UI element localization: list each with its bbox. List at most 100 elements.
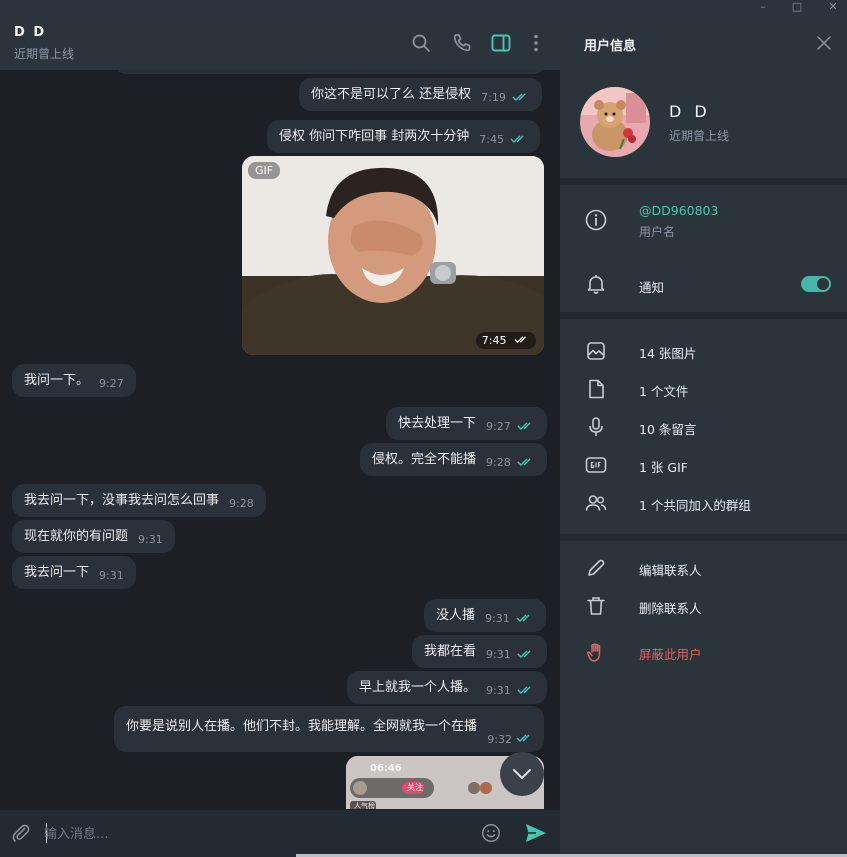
message-text: 你要是说别人在播。他们不封。我能理解。全网就我一个在播 [126, 719, 478, 734]
search-icon[interactable] [409, 31, 433, 55]
send-icon[interactable] [523, 821, 549, 845]
message-bubble[interactable]: 我问一下。 9:27 [12, 364, 136, 397]
message-time: 9:27 [486, 420, 511, 433]
read-ticks-icon [517, 422, 531, 430]
maximize-icon[interactable]: □ [782, 0, 812, 16]
media-row-label: 1 个共同加入的群组 [639, 498, 751, 513]
message-text: 我都在看 [424, 644, 477, 659]
message-bubble[interactable]: 我去问一下，没事我去问怎么回事 9:28 [12, 484, 266, 517]
read-ticks-icon [516, 734, 530, 742]
message-text: 早上就我一个人播。 [359, 680, 477, 695]
message-text: 没人播 [436, 608, 476, 623]
profile-status: 近期曾上线 [669, 129, 730, 143]
section-divider [560, 534, 847, 541]
media-row-label: 10 条留言 [639, 422, 697, 437]
message-bubble[interactable]: 我都在看 9:31 [412, 635, 547, 668]
chat-status: 近期曾上线 [14, 47, 75, 61]
edit-contact-label: 编辑联系人 [639, 563, 702, 578]
hand-stop-icon [586, 643, 601, 662]
read-ticks-icon [512, 93, 526, 101]
gif-icon [585, 457, 607, 473]
close-icon[interactable] [816, 35, 832, 51]
media-row-label: 1 张 GIF [639, 460, 688, 475]
minimize-icon[interactable]: – [748, 0, 778, 16]
message-bubble[interactable]: 没人播 9:31 [424, 599, 546, 632]
message-text: 我去问一下，没事我去问怎么回事 [24, 493, 220, 508]
message-time: 7:19 [481, 91, 506, 104]
message-bubble[interactable]: 早上就我一个人播。 9:31 [347, 671, 547, 704]
username-label: 用户名 [639, 225, 676, 239]
photo-icon [587, 342, 605, 360]
chevron-down-icon [513, 769, 531, 779]
gif-image [242, 156, 544, 355]
follow-tag: 关注 [407, 783, 423, 792]
message-bubble[interactable]: 你要是说别人在播。他们不封。我能理解。全网就我一个在播 9:32 [114, 706, 544, 752]
message-bubble[interactable]: 快去处理一下 9:27 [386, 407, 547, 440]
message-text: 快去处理一下 [398, 416, 477, 431]
info-icon [585, 209, 607, 231]
notifications-label: 通知 [639, 280, 665, 295]
message-composer [0, 809, 560, 857]
section-divider [560, 312, 847, 319]
file-icon [589, 379, 604, 399]
teddy-bear-avatar-image [580, 87, 650, 157]
message-bubble[interactable]: 侵权。完全不能播 9:28 [360, 443, 547, 476]
delete-contact-label: 删除联系人 [639, 601, 702, 616]
message-time: 9:31 [485, 612, 510, 625]
scroll-to-bottom-button[interactable] [500, 752, 544, 796]
notifications-toggle[interactable] [801, 276, 831, 292]
media-row-label: 1 个文件 [639, 384, 689, 399]
read-ticks-icon [517, 650, 531, 658]
phone-time: 06:46 [370, 763, 402, 774]
message-bubble[interactable]: 现在就你的有问题 9:31 [12, 520, 175, 553]
message-bubble[interactable]: 你这不是可以了么 还是侵权 7:19 [299, 78, 542, 111]
message-text: 现在就你的有问题 [24, 529, 129, 544]
message-time: 9:27 [99, 377, 124, 390]
message-time: 9:31 [138, 533, 163, 546]
message-text: 我问一下。 [24, 373, 90, 388]
panel-title: 用户信息 [584, 39, 637, 54]
message-time: 9:28 [229, 497, 254, 510]
message-time: 9:31 [486, 648, 511, 661]
sidebar-toggle-icon[interactable] [489, 31, 513, 55]
user-info-panel: 用户信息 D D 近期曾上线 @DD960803 用户名 通知 14 张图片 1… [560, 16, 847, 857]
message-text: 侵权。完全不能播 [372, 452, 477, 467]
message-time: 9:28 [486, 456, 511, 469]
read-ticks-icon [514, 336, 526, 344]
chat-header[interactable]: D D 近期曾上线 [0, 16, 560, 70]
message-input[interactable] [44, 824, 464, 844]
message-time: 9:31 [99, 569, 124, 582]
group-icon [585, 495, 607, 511]
read-ticks-icon [517, 686, 531, 694]
message-time: 9:31 [486, 684, 511, 697]
username-value[interactable]: @DD960803 [639, 203, 718, 218]
message-bubble[interactable]: 我去问一下 9:31 [12, 556, 136, 589]
message-time: 7:45 [481, 334, 507, 347]
message-time: 7:45 [479, 133, 504, 146]
close-window-icon[interactable]: ✕ [818, 0, 847, 16]
emoji-icon[interactable] [480, 822, 502, 844]
window-titlebar: – □ ✕ [0, 0, 847, 16]
more-options-icon[interactable] [524, 31, 548, 55]
toggle-knob [817, 278, 829, 290]
message-bubble[interactable]: 侵权 你问下咋回事 封两次十分钟 7:45 [267, 120, 540, 153]
chat-pane: D D 近期曾上线 你这不是可以了么 还是侵权 7:19 侵权 你问下咋回事 封两… [0, 16, 560, 857]
gif-badge: GIF [248, 162, 281, 179]
avatar[interactable] [580, 87, 650, 157]
phone-call-icon[interactable] [450, 31, 474, 55]
read-ticks-icon [517, 458, 531, 466]
gif-time-badge: 7:45 [475, 332, 536, 349]
message-text: 我去问一下 [24, 565, 90, 580]
attach-paperclip-icon[interactable] [10, 822, 32, 844]
bell-icon [587, 275, 605, 294]
read-ticks-icon [516, 614, 530, 622]
chat-title: D D [14, 25, 47, 40]
section-divider [560, 178, 847, 185]
read-ticks-icon [510, 135, 524, 143]
gif-message[interactable]: GIF 7:45 [242, 156, 544, 355]
message-text: 侵权 你问下咋回事 封两次十分钟 [279, 129, 470, 144]
pencil-icon [588, 559, 605, 576]
message-time: 9:32 [487, 733, 512, 746]
block-user-label: 屏蔽此用户 [639, 647, 702, 662]
trash-icon [587, 597, 605, 615]
